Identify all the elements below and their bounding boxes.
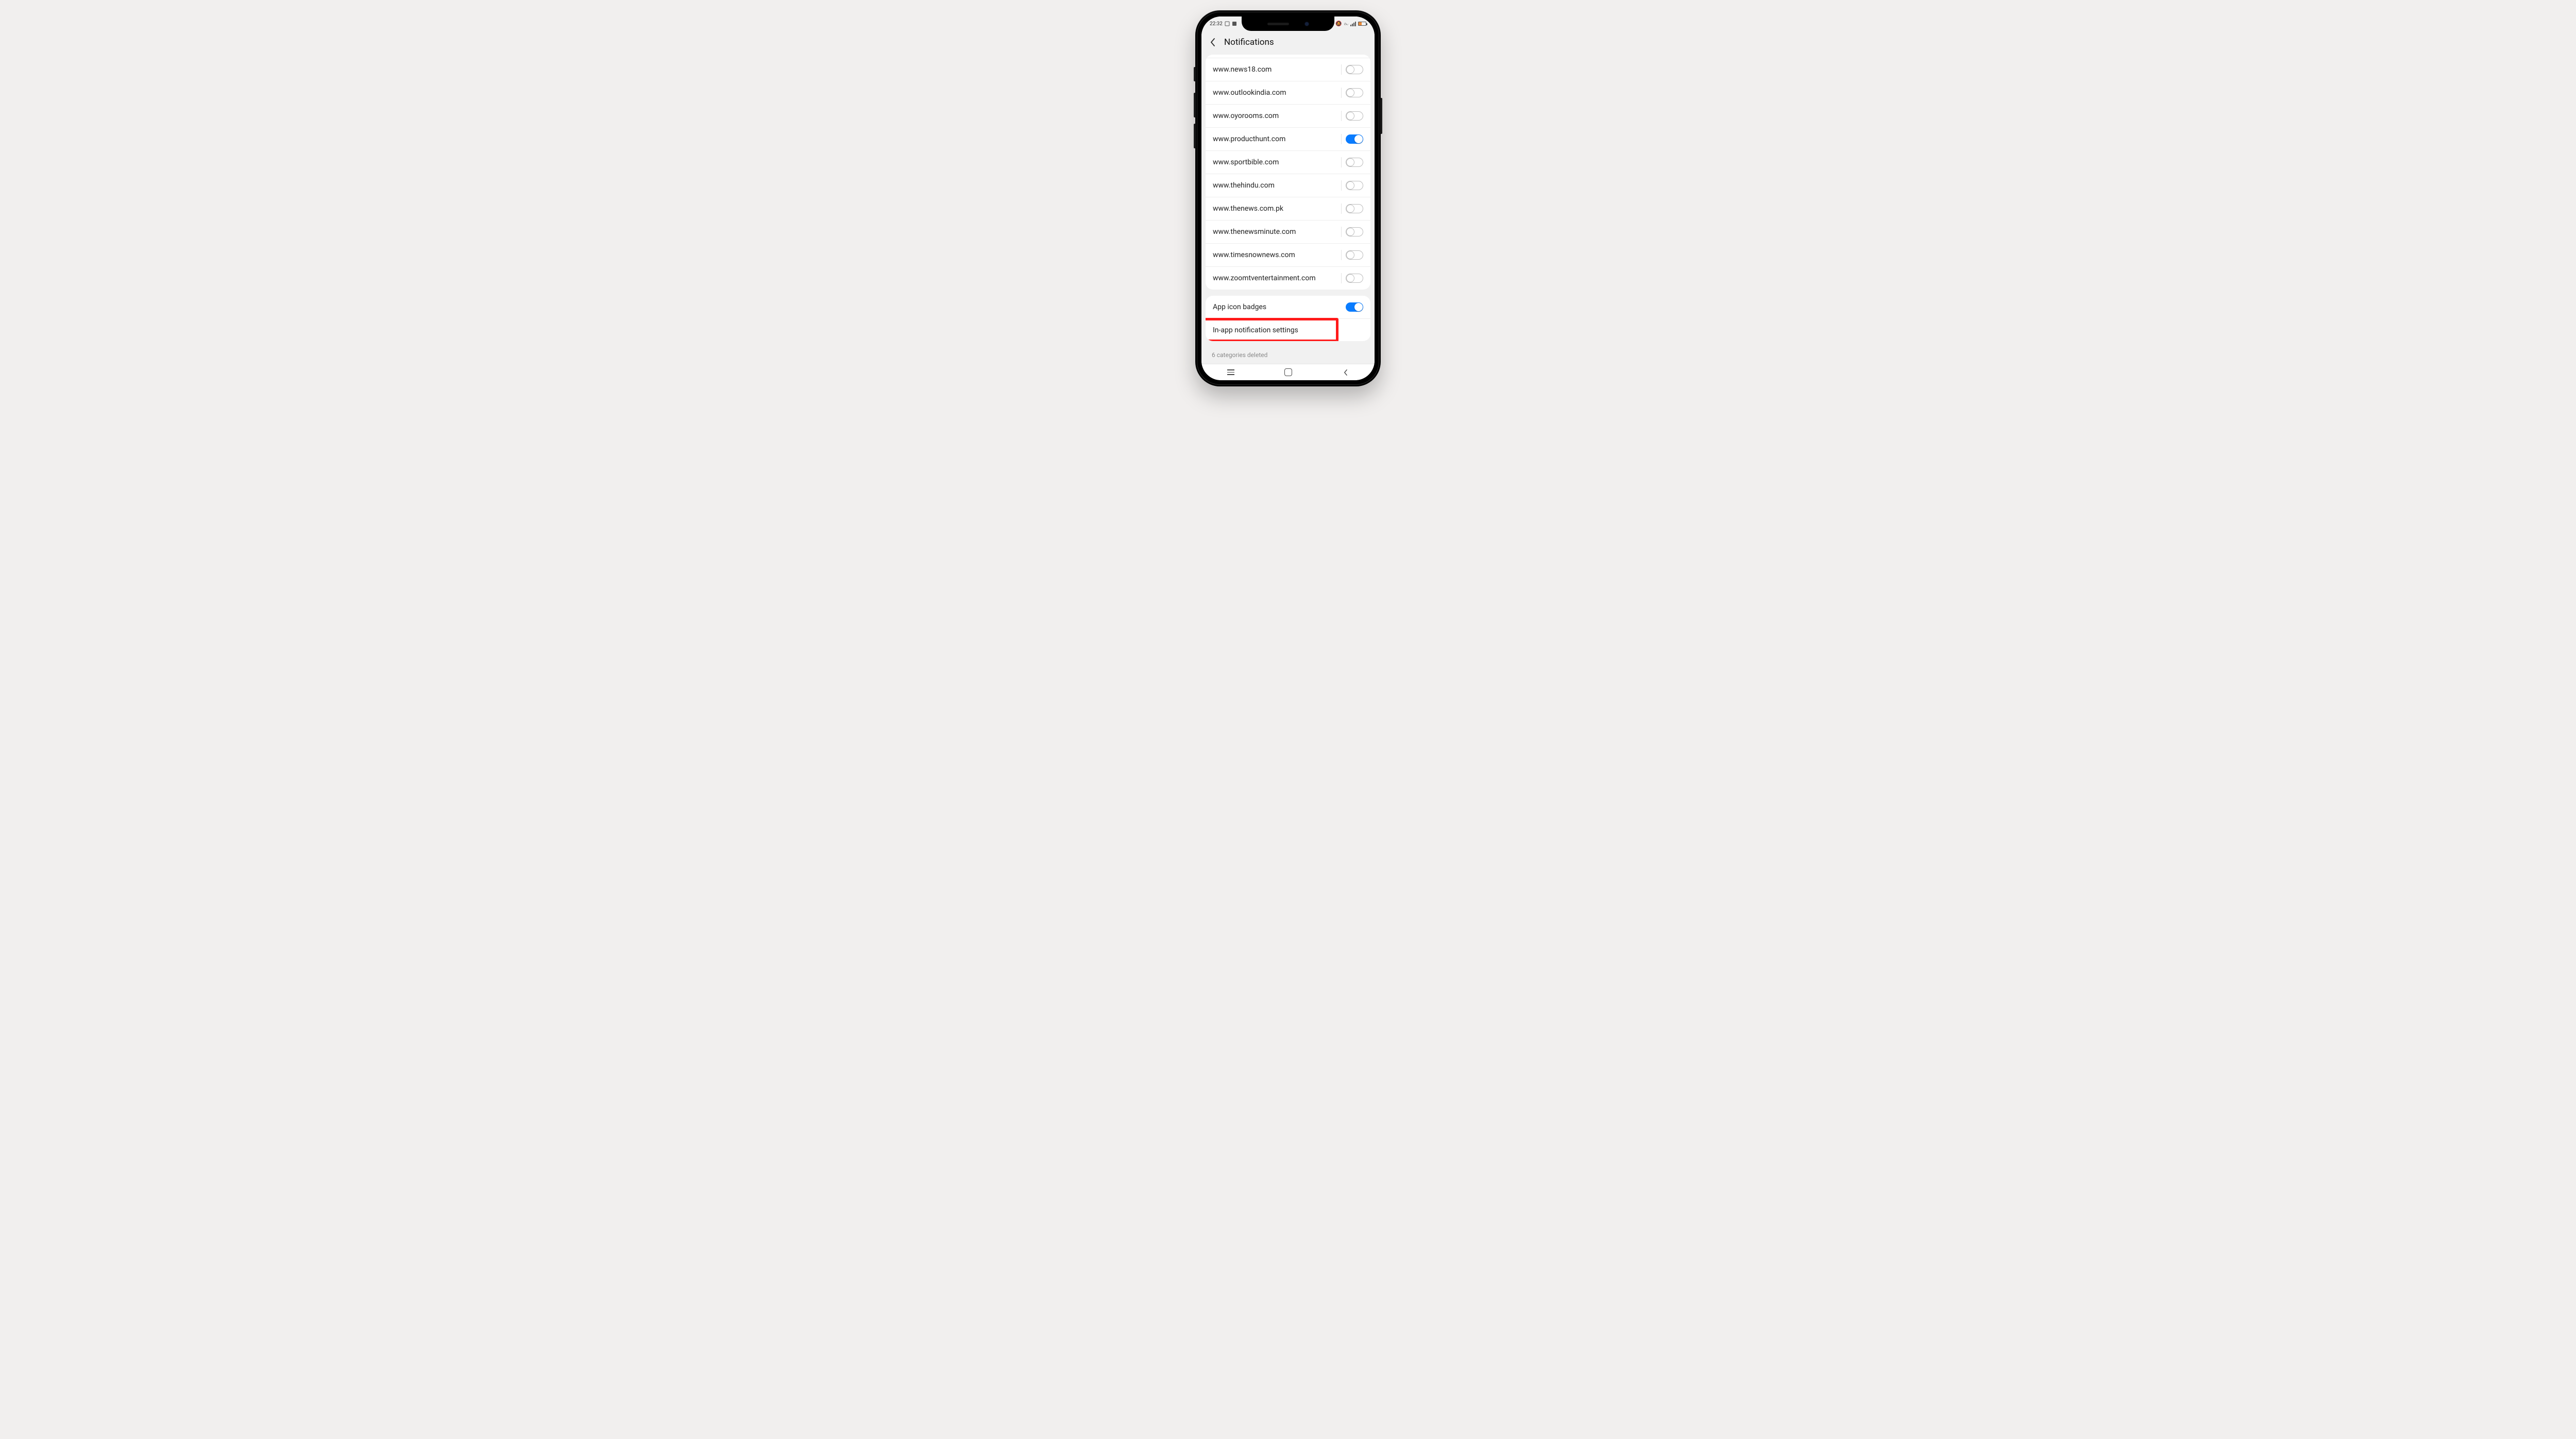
site-toggle[interactable] bbox=[1346, 227, 1363, 236]
site-toggle[interactable] bbox=[1346, 134, 1363, 144]
site-row[interactable]: www.timesnownews.com bbox=[1206, 243, 1370, 266]
toggle-divider bbox=[1341, 273, 1342, 283]
page-header: Notifications bbox=[1201, 31, 1375, 55]
toggle-group bbox=[1341, 227, 1363, 237]
mute-icon: 🔕 bbox=[1335, 21, 1342, 27]
toggle-divider bbox=[1341, 64, 1342, 75]
phone-frame: 22:32 🔕 ⧜ Notifications bbox=[1195, 10, 1381, 386]
toggle-group bbox=[1341, 180, 1363, 191]
volume-down-button bbox=[1194, 124, 1196, 148]
in-app-notification-settings-row[interactable]: In-app notification settings bbox=[1206, 318, 1370, 341]
app-icon-badges-row[interactable]: App icon badges bbox=[1206, 296, 1370, 318]
speaker-slot bbox=[1267, 23, 1289, 25]
app-icon-badges-toggle[interactable] bbox=[1346, 302, 1363, 312]
site-row[interactable]: www.sportbible.com bbox=[1206, 150, 1370, 174]
status-time: 22:32 bbox=[1210, 21, 1223, 27]
site-toggle[interactable] bbox=[1346, 65, 1363, 74]
system-nav-bar bbox=[1201, 364, 1375, 380]
site-domain-label: www.timesnownews.com bbox=[1213, 251, 1295, 259]
chevron-left-icon bbox=[1210, 38, 1215, 46]
nav-recents-button[interactable] bbox=[1226, 368, 1235, 377]
site-row[interactable]: www.thehindu.com bbox=[1206, 174, 1370, 197]
toggle-divider bbox=[1341, 180, 1342, 191]
toggle-group bbox=[1341, 64, 1363, 75]
site-toggle[interactable] bbox=[1346, 274, 1363, 283]
toggle-divider bbox=[1341, 204, 1342, 214]
notification-indicator-icon bbox=[1225, 21, 1230, 26]
site-domain-label: www.thenews.com.pk bbox=[1213, 205, 1283, 213]
site-toggle[interactable] bbox=[1346, 88, 1363, 97]
toggle-divider bbox=[1341, 227, 1342, 237]
toggle-divider bbox=[1341, 88, 1342, 98]
signal-icon bbox=[1350, 22, 1356, 26]
toggle-group bbox=[1341, 250, 1363, 260]
content-area: www.news18.com www.outlookindia.com www.… bbox=[1201, 55, 1375, 364]
front-camera bbox=[1304, 22, 1309, 26]
toggle-divider bbox=[1341, 157, 1342, 167]
site-toggle[interactable] bbox=[1346, 250, 1363, 260]
site-row[interactable]: www.thenewsminute.com bbox=[1206, 220, 1370, 243]
deleted-categories-note: 6 categories deleted bbox=[1201, 347, 1375, 364]
volume-up-button bbox=[1194, 93, 1196, 117]
site-row[interactable]: www.news18.com bbox=[1206, 58, 1370, 81]
toggle-divider bbox=[1341, 250, 1342, 260]
app-icon-badges-label: App icon badges bbox=[1213, 303, 1266, 311]
site-domain-label: www.outlookindia.com bbox=[1213, 89, 1286, 97]
site-toggle[interactable] bbox=[1346, 158, 1363, 167]
toggle-divider bbox=[1341, 111, 1342, 121]
site-domain-label: www.producthunt.com bbox=[1213, 135, 1285, 143]
toggle-divider bbox=[1341, 134, 1342, 144]
site-domain-label: www.news18.com bbox=[1213, 65, 1272, 74]
site-row[interactable]: www.thenews.com.pk bbox=[1206, 197, 1370, 220]
page-title: Notifications bbox=[1224, 37, 1274, 47]
site-notifications-card: www.news18.com www.outlookindia.com www.… bbox=[1206, 55, 1370, 290]
screen: 22:32 🔕 ⧜ Notifications bbox=[1201, 16, 1375, 380]
site-toggle[interactable] bbox=[1346, 181, 1363, 190]
chevron-left-icon bbox=[1343, 369, 1348, 376]
power-button bbox=[1380, 98, 1382, 134]
wifi-icon: ⧜ bbox=[1344, 21, 1348, 27]
site-row[interactable]: www.outlookindia.com bbox=[1206, 81, 1370, 104]
toggle-group bbox=[1341, 204, 1363, 214]
site-domain-label: www.thehindu.com bbox=[1213, 181, 1275, 190]
toggle-group bbox=[1341, 88, 1363, 98]
toggle-group bbox=[1341, 111, 1363, 121]
site-toggle[interactable] bbox=[1346, 111, 1363, 121]
toggle-group bbox=[1341, 273, 1363, 283]
site-domain-label: www.thenewsminute.com bbox=[1213, 228, 1296, 236]
toggle-group bbox=[1341, 134, 1363, 144]
back-button[interactable] bbox=[1209, 38, 1217, 46]
in-app-notification-settings-label: In-app notification settings bbox=[1213, 326, 1298, 334]
site-domain-label: www.oyorooms.com bbox=[1213, 112, 1279, 120]
site-domain-label: www.sportbible.com bbox=[1213, 158, 1279, 166]
side-button bbox=[1194, 67, 1196, 81]
battery-icon bbox=[1358, 22, 1366, 26]
site-row[interactable]: www.oyorooms.com bbox=[1206, 104, 1370, 127]
recents-icon bbox=[1227, 369, 1234, 370]
notification-indicator-icon bbox=[1232, 21, 1237, 26]
toggle-group bbox=[1341, 157, 1363, 167]
site-row[interactable]: www.zoomtventertainment.com bbox=[1206, 266, 1370, 290]
site-row[interactable]: www.producthunt.com bbox=[1206, 127, 1370, 150]
nav-back-button[interactable] bbox=[1341, 368, 1350, 377]
site-domain-label: www.zoomtventertainment.com bbox=[1213, 274, 1316, 282]
general-settings-card: App icon badges In-app notification sett… bbox=[1206, 296, 1370, 341]
nav-home-button[interactable] bbox=[1284, 368, 1292, 376]
site-toggle[interactable] bbox=[1346, 204, 1363, 213]
notch bbox=[1242, 16, 1334, 31]
